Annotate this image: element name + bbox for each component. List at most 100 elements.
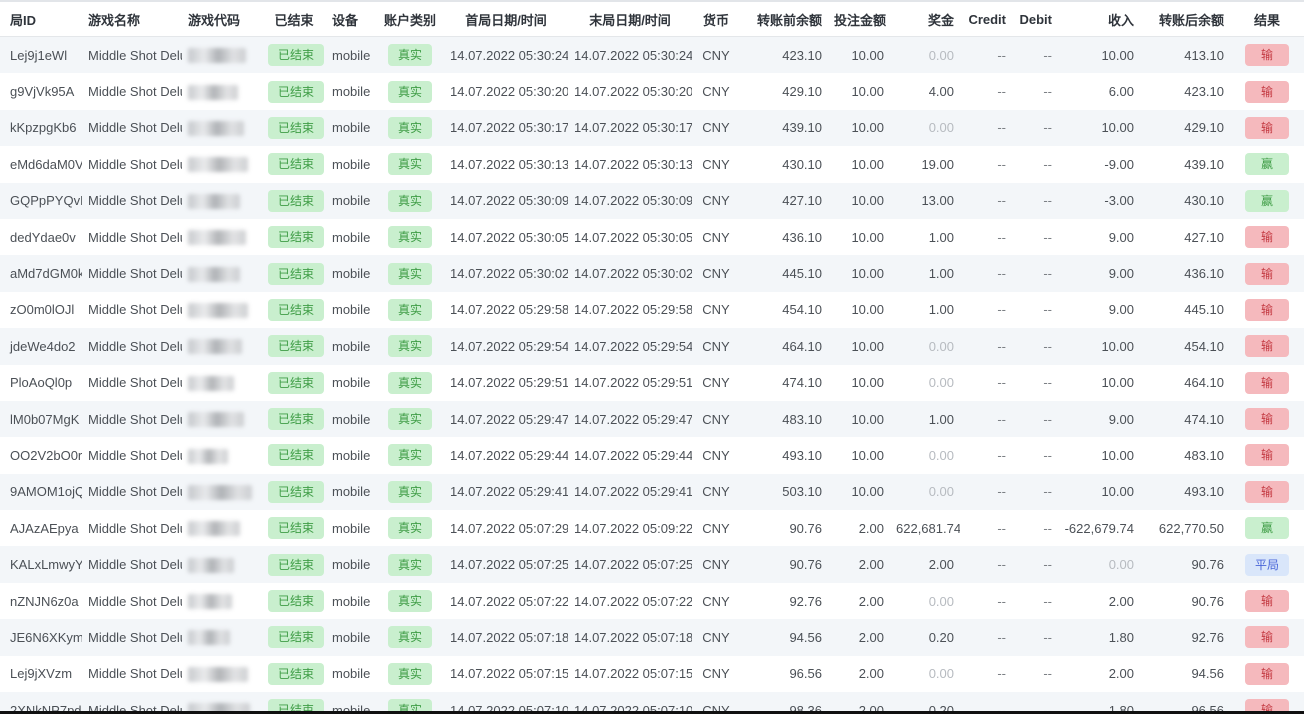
bet-cell: 10.00 (828, 146, 890, 182)
bet-value: 10.00 (851, 266, 884, 281)
account-type-cell: 真实 (376, 365, 444, 401)
currency-value: CNY (702, 630, 729, 645)
account-type-cell: 真实 (376, 219, 444, 255)
finished-badge: 已结束 (268, 44, 324, 66)
finished-cell: 已结束 (262, 219, 326, 255)
credit-value: -- (997, 266, 1006, 281)
game-code-cell (182, 73, 262, 109)
credit-value: -- (997, 630, 1006, 645)
balance-after-cell: 454.10 (1140, 328, 1230, 364)
debit-cell: -- (1012, 37, 1058, 74)
currency-cell: CNY (692, 437, 740, 473)
currency-value: CNY (702, 266, 729, 281)
result-badge: 输 (1245, 117, 1289, 139)
game-code-redacted (188, 157, 248, 172)
account-type-badge: 真实 (388, 117, 432, 139)
balance-after-cell: 427.10 (1140, 219, 1230, 255)
finished-cell: 已结束 (262, 437, 326, 473)
column-header-result: 结果 (1230, 2, 1304, 37)
first-time-cell: 14.07.2022 05:29:47 (444, 401, 568, 437)
device-value: mobile (332, 48, 370, 63)
account-type-cell: 真实 (376, 292, 444, 328)
bonus-cell: 0.00 (890, 437, 960, 473)
first-time-value: 14.07.2022 05:07:22 (450, 594, 568, 609)
balance-before-value: 429.10 (782, 84, 822, 99)
column-header-finished: 已结束 (262, 2, 326, 37)
game-code-redacted (188, 485, 252, 500)
currency-cell: CNY (692, 219, 740, 255)
bet-cell: 10.00 (828, 73, 890, 109)
debit-cell: -- (1012, 583, 1058, 619)
table-row: 9AMOM1ojQMiddle Shot Deluxe已结束mobile真实14… (0, 474, 1304, 510)
balance-after-cell: 430.10 (1140, 183, 1230, 219)
id-cell: JE6N6XKym (0, 619, 82, 655)
income-cell: 10.00 (1058, 110, 1140, 146)
balance-after-value: 429.10 (1184, 120, 1224, 135)
id-value: dedYdae0v (10, 230, 76, 245)
credit-cell: -- (960, 546, 1012, 582)
bonus-cell: 0.00 (890, 474, 960, 510)
last-time-value: 14.07.2022 05:30:24 (574, 48, 692, 63)
balance-before-cell: 439.10 (740, 110, 828, 146)
game-code-cell (182, 110, 262, 146)
account-type-badge: 真实 (388, 44, 432, 66)
account-type-badge: 真实 (388, 590, 432, 612)
bet-cell: 2.00 (828, 619, 890, 655)
bonus-value: 0.00 (929, 120, 954, 135)
device-cell: mobile (326, 437, 376, 473)
result-cell: 输 (1230, 219, 1304, 255)
bonus-value: 0.00 (929, 339, 954, 354)
game-code-redacted (188, 449, 228, 464)
game-code-redacted (188, 194, 240, 209)
currency-cell: CNY (692, 546, 740, 582)
currency-value: CNY (702, 594, 729, 609)
game-name-cell: Middle Shot Deluxe (82, 146, 182, 182)
table-row: GQPpPYQvEMiddle Shot Deluxe已结束mobile真实14… (0, 183, 1304, 219)
game-name-cell: Middle Shot Deluxe (82, 292, 182, 328)
account-type-cell: 真实 (376, 110, 444, 146)
income-value: 9.00 (1109, 230, 1134, 245)
table-row: lM0b07MgKMiddle Shot Deluxe已结束mobile真实14… (0, 401, 1304, 437)
column-header-balance_before: 转账前余额 (740, 2, 828, 37)
game-code-cell (182, 255, 262, 291)
credit-value: -- (997, 521, 1006, 536)
bet-value: 2.00 (859, 630, 884, 645)
first-time-value: 14.07.2022 05:30:24 (450, 48, 568, 63)
balance-before-cell: 96.56 (740, 656, 828, 692)
finished-cell: 已结束 (262, 365, 326, 401)
balance-after-value: 423.10 (1184, 84, 1224, 99)
game-code-redacted (188, 339, 242, 354)
bet-value: 10.00 (851, 193, 884, 208)
result-badge: 输 (1245, 263, 1289, 285)
id-cell: jdeWe4do2 (0, 328, 82, 364)
balance-before-value: 90.76 (789, 521, 822, 536)
balance-before-value: 454.10 (782, 302, 822, 317)
income-value: 10.00 (1101, 339, 1134, 354)
first-time-cell: 14.07.2022 05:07:18 (444, 619, 568, 655)
balance-before-cell: 90.76 (740, 546, 828, 582)
result-badge: 赢 (1245, 153, 1289, 175)
balance-after-value: 427.10 (1184, 230, 1224, 245)
game-name-cell: Middle Shot Deluxe (82, 474, 182, 510)
column-header-game_code: 游戏代码 (182, 2, 262, 37)
id-value: JE6N6XKym (10, 630, 82, 645)
debit-value: -- (1043, 48, 1052, 63)
income-cell: 2.00 (1058, 656, 1140, 692)
id-value: Lej9jXVzm (10, 666, 72, 681)
id-cell: zO0m0lOJl (0, 292, 82, 328)
bonus-value: 1.00 (929, 412, 954, 427)
bonus-value: 1.00 (929, 266, 954, 281)
id-cell: 9AMOM1ojQ (0, 474, 82, 510)
result-cell: 输 (1230, 365, 1304, 401)
device-cell: mobile (326, 292, 376, 328)
credit-cell: -- (960, 510, 1012, 546)
first-time-value: 14.07.2022 05:30:20 (450, 84, 568, 99)
bonus-cell: 2.00 (890, 546, 960, 582)
result-badge: 输 (1245, 444, 1289, 466)
balance-before-cell: 493.10 (740, 437, 828, 473)
id-value: GQPpPYQvE (10, 193, 82, 208)
finished-cell: 已结束 (262, 583, 326, 619)
game-code-redacted (188, 376, 234, 391)
debit-value: -- (1043, 448, 1052, 463)
debit-cell: -- (1012, 656, 1058, 692)
